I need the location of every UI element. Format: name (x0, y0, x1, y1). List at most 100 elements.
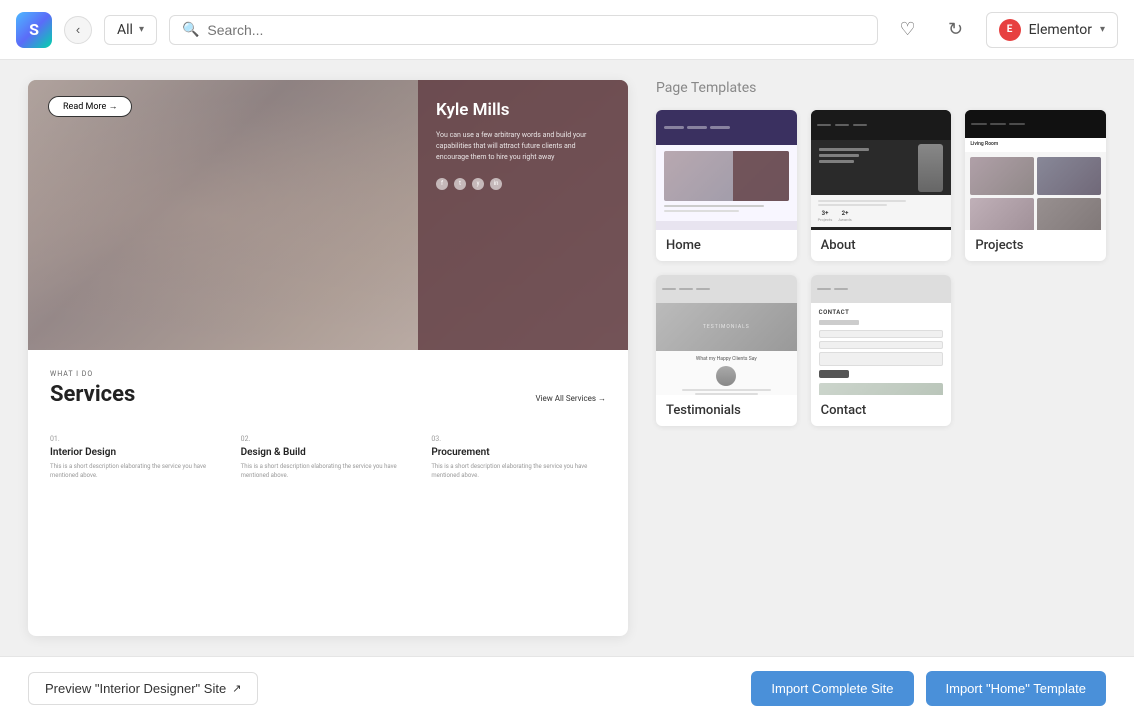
thumb-cont-title (819, 320, 859, 325)
preview-site-button[interactable]: Preview "Interior Designer" Site ↗ (28, 672, 258, 705)
filter-value: All (117, 22, 133, 38)
nav-line (835, 124, 849, 126)
preview-services-section: WHAT I DO Services View All Services → 0… (28, 350, 628, 500)
site-preview: Read More → Kyle Mills You can use a few… (28, 80, 628, 636)
nav-line (1009, 123, 1025, 125)
proj-item-2 (1037, 157, 1101, 195)
what-i-do-label: WHAT I DO (50, 370, 606, 378)
services-heading: Services (50, 382, 135, 407)
thumb-cont-field-2 (819, 341, 944, 349)
service-item-1: 01. Interior Design This is a short desc… (50, 435, 225, 480)
search-bar[interactable]: 🔍 (169, 15, 878, 45)
header: S ‹ All ▾ 🔍 ♡ ↻ E Elementor ▾ (0, 0, 1134, 60)
nav-dot (664, 126, 684, 129)
hero-description: You can use a few arbitrary words and bu… (436, 130, 610, 164)
hero-overlay: Kyle Mills You can use a few arbitrary w… (418, 80, 628, 350)
hero-name: Kyle Mills (436, 100, 610, 120)
social-icon-3: y (472, 178, 484, 190)
template-card-home[interactable]: Home (656, 110, 797, 261)
favorites-button[interactable]: ♡ (890, 12, 926, 48)
thumb-home-top (656, 110, 797, 145)
body-line (818, 204, 888, 206)
nav-dot (710, 126, 730, 129)
services-grid: 01. Interior Design This is a short desc… (50, 435, 606, 480)
chevron-down-icon: ▾ (139, 24, 144, 35)
nav-line (817, 124, 831, 126)
nav-line (679, 288, 693, 290)
thumb-cont-field-1 (819, 330, 944, 338)
search-input[interactable] (207, 22, 864, 38)
footer-actions: Import Complete Site Import "Home" Templ… (751, 671, 1106, 706)
service-desc-2: This is a short description elaborating … (241, 462, 416, 480)
thumb-home-hero (664, 151, 789, 201)
template-card-projects[interactable]: Living Room Projects (965, 110, 1106, 261)
thumb-cont-submit (819, 370, 849, 378)
template-thumb-about: 3+ Projects 2+ Awards (811, 110, 952, 230)
stat-label-1: Projects (818, 217, 833, 222)
proj-item-4 (1037, 198, 1101, 230)
import-complete-button[interactable]: Import Complete Site (751, 671, 913, 706)
footer: Preview "Interior Designer" Site ↗ Impor… (0, 656, 1134, 720)
elementor-icon: E (999, 19, 1021, 41)
elementor-label: Elementor (1029, 22, 1092, 38)
stat-1: 3+ Projects (818, 210, 833, 222)
thumb-about-body: 3+ Projects 2+ Awards (811, 195, 952, 227)
test-line (682, 389, 771, 391)
service-desc-1: This is a short description elaborating … (50, 462, 225, 480)
thumb-home-overlay (733, 151, 789, 201)
preview-site-label: Preview "Interior Designer" Site (45, 681, 226, 696)
service-item-3: 03. Procurement This is a short descript… (431, 435, 606, 480)
template-label-home: Home (656, 230, 797, 261)
template-card-about[interactable]: 3+ Projects 2+ Awards About (811, 110, 952, 261)
thumb-home-body (656, 145, 797, 221)
social-icon-2: t (454, 178, 466, 190)
filter-dropdown[interactable]: All ▾ (104, 15, 157, 45)
preview-hero-section: Read More → Kyle Mills You can use a few… (28, 80, 628, 350)
social-icon-4: in (490, 178, 502, 190)
hero-social-icons: f t y in (436, 178, 610, 190)
right-panel: Page Templates (628, 60, 1134, 656)
external-link-icon: ↗ (232, 682, 241, 695)
view-all-link: View All Services → (535, 394, 606, 403)
thumb-about-text (819, 148, 869, 166)
import-home-button[interactable]: Import "Home" Template (926, 671, 1107, 706)
template-label-about: About (811, 230, 952, 261)
template-label-testimonials: Testimonials (656, 395, 797, 426)
back-button[interactable]: ‹ (64, 16, 92, 44)
thumb-about-hero (811, 140, 952, 195)
preview-inner: Read More → Kyle Mills You can use a few… (28, 80, 628, 636)
template-card-testimonials[interactable]: Testimonials What my Happy Clients Say T… (656, 275, 797, 426)
app-logo: S (16, 12, 52, 48)
template-thumb-home (656, 110, 797, 230)
thumb-about-stats: 3+ Projects 2+ Awards (818, 210, 945, 222)
thumb-test-person (716, 366, 736, 386)
service-title-2: Design & Build (241, 447, 416, 458)
template-label-projects: Projects (965, 230, 1106, 261)
refresh-button[interactable]: ↻ (938, 12, 974, 48)
elementor-chevron-icon: ▾ (1100, 24, 1105, 35)
social-icon-1: f (436, 178, 448, 190)
body-line (818, 200, 907, 202)
nav-line (990, 123, 1006, 125)
service-desc-3: This is a short description elaborating … (431, 462, 606, 480)
thumb-test-hero: Testimonials (656, 303, 797, 351)
service-item-2: 02. Design & Build This is a short descr… (241, 435, 416, 480)
nav-line (662, 288, 676, 290)
proj-item-1 (970, 157, 1034, 195)
thumb-proj-grid (965, 152, 1106, 230)
main-content: Read More → Kyle Mills You can use a few… (0, 60, 1134, 656)
nav-line (853, 124, 867, 126)
nav-dot (687, 126, 707, 129)
templates-grid: Home (656, 110, 1106, 426)
template-card-contact[interactable]: CONTACT Contact (811, 275, 952, 426)
stat-num-1: 3+ (818, 210, 833, 217)
test-line (695, 393, 758, 395)
thumb-test-top (656, 275, 797, 303)
thumb-cont-textarea (819, 352, 944, 366)
thumb-about-person (918, 144, 943, 192)
service-title-1: Interior Design (50, 447, 225, 458)
thumb-cont-body: CONTACT (811, 303, 952, 395)
template-thumb-testimonials: Testimonials What my Happy Clients Say (656, 275, 797, 395)
template-label-contact: Contact (811, 395, 952, 426)
elementor-dropdown[interactable]: E Elementor ▾ (986, 12, 1118, 48)
